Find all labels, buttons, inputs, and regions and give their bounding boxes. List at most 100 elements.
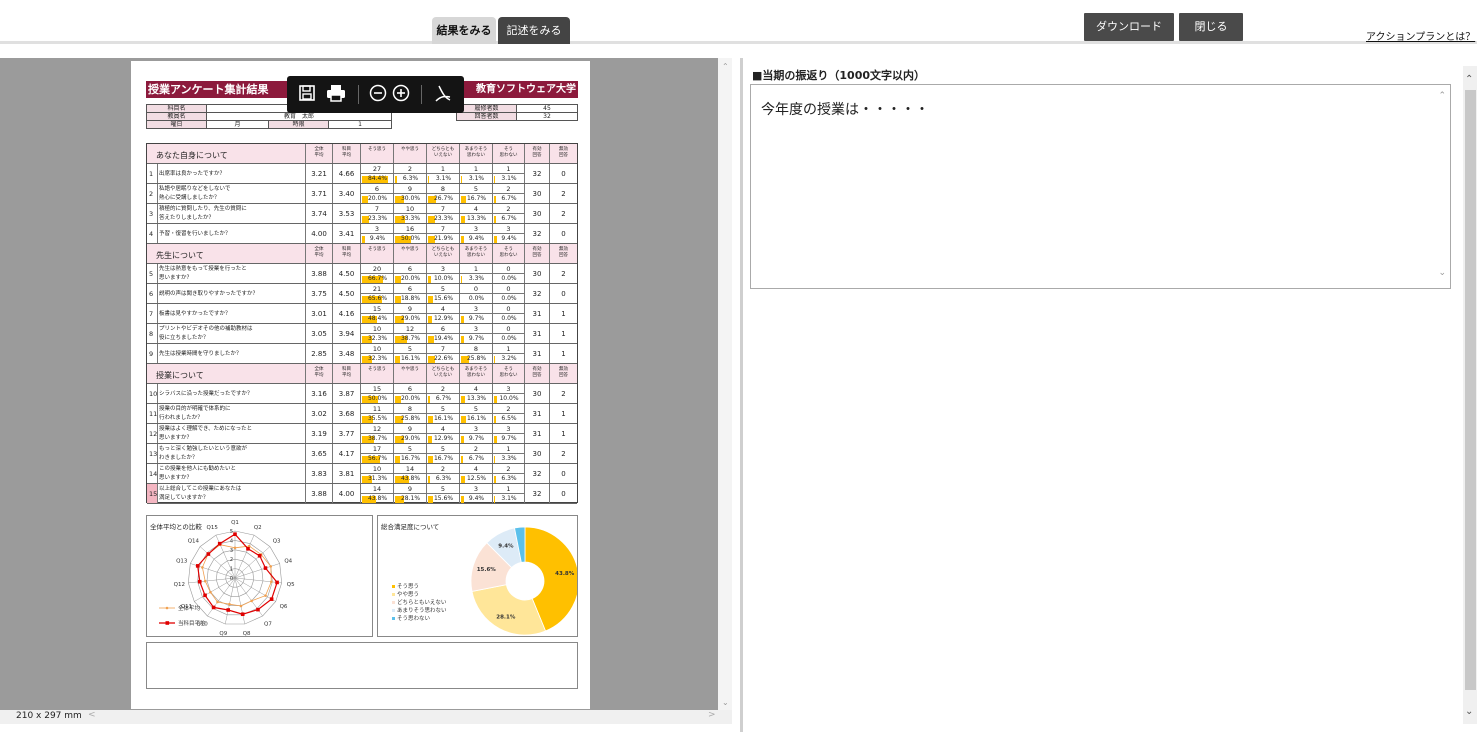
- response-cell: 1 3.1%: [492, 164, 524, 183]
- results-table: あなた自身について 全体 平均 科目 平均 そう思う やや思う どちらとも いえない あまり…: [146, 143, 578, 504]
- radar-point: [233, 532, 237, 536]
- response-percent: 16.7%: [460, 195, 492, 203]
- question-text: もっと深く勉強したいという意欲が わきましたか？: [159, 446, 248, 461]
- response-count: 3: [427, 265, 459, 274]
- response-percent: 50.0%: [361, 395, 393, 403]
- percent-label: 0.0%: [468, 295, 485, 302]
- download-button[interactable]: ダウンロード: [1084, 13, 1174, 41]
- question-text: 説明の声は聞き取りやすかったですか？: [159, 291, 259, 297]
- reflection-textarea[interactable]: 今年度の授業は・・・・・ ⌃ ⌄: [750, 84, 1451, 289]
- page-scroll-thumb[interactable]: [1465, 90, 1476, 690]
- question-row: 4 予習・復習を行いましたか？ 4.00 3.41 3 9.4% 16 50.0% 7 21.9%…: [147, 224, 577, 244]
- column-header: 全体 平均: [305, 144, 332, 163]
- response-cell: 5 16.1%: [426, 404, 459, 423]
- percent-bar: [461, 416, 466, 423]
- response-count: 5: [394, 445, 426, 454]
- percent-label: 6.7%: [501, 215, 517, 222]
- response-count: 5: [460, 185, 492, 194]
- percent-label: 13.3%: [466, 215, 487, 222]
- radar-tick-label: 4: [230, 538, 233, 544]
- response-count: 5: [460, 405, 492, 414]
- scroll-up-icon[interactable]: ⌃: [722, 62, 729, 71]
- question-number: 3: [149, 210, 154, 218]
- zoom-out-icon[interactable]: [367, 84, 389, 107]
- viewer-vertical-scrollbar[interactable]: ⌃ ⌄: [718, 58, 732, 722]
- response-percent: 12.9%: [427, 315, 459, 323]
- response-percent: 0.0%: [493, 275, 524, 283]
- tab-descriptions[interactable]: 記述をみる: [498, 17, 570, 44]
- action-plan-link[interactable]: アクションプランとは？: [1366, 28, 1475, 43]
- textarea-scroll-down-icon[interactable]: ⌄: [1438, 268, 1446, 278]
- question-row: 6 説明の声は聞き取りやすかったですか？ 3.75 4.50 21 65.6% 6 18.8%…: [147, 284, 577, 304]
- section-header-row: 先生について 全体 平均 科目 平均 そう思う やや思う どちらとも いえない あまりそう …: [147, 244, 577, 264]
- response-cell: 1 3.3%: [492, 444, 524, 463]
- radar-axis-label: Q9: [219, 631, 227, 636]
- response-count: 17: [361, 445, 393, 454]
- percent-label: 56.7%: [367, 455, 388, 462]
- page-scroll-up-icon[interactable]: ⌃: [1465, 74, 1473, 85]
- subject-average: 4.00: [332, 484, 360, 503]
- response-count: 2: [493, 205, 524, 214]
- response-cell: 4 12.9%: [426, 424, 459, 443]
- percent-label: 21.9%: [433, 235, 454, 242]
- close-button[interactable]: 閉じる: [1179, 13, 1243, 41]
- question-row: 11 授業の目的が明確で体系的に 行われましたか？ 3.02 3.68 11 35.5% 8…: [147, 404, 577, 424]
- scroll-down-icon[interactable]: ⌄: [722, 698, 729, 707]
- percent-label: 6.3%: [435, 475, 452, 482]
- question-row: 12 授業はよく理解でき、ためになったと 思いますか？ 3.19 3.77 12 38.7…: [147, 424, 577, 444]
- day-label: 曜日: [146, 120, 207, 129]
- number-divider: [157, 184, 158, 203]
- tab-results[interactable]: 結果をみる: [432, 17, 496, 44]
- save-icon[interactable]: [296, 84, 318, 107]
- response-cell: 7 21.9%: [426, 224, 459, 243]
- subject-average: 3.53: [332, 204, 360, 223]
- percent-bar: [494, 456, 495, 463]
- overall-average: 3.71: [305, 184, 332, 203]
- percent-label: 6.7%: [435, 395, 452, 402]
- response-cell: 4 12.5%: [459, 464, 492, 483]
- percent-label: 9.4%: [468, 235, 485, 242]
- response-percent: 3.3%: [493, 455, 524, 463]
- response-cell: 3 10.0%: [426, 264, 459, 283]
- pdf-icon[interactable]: [432, 84, 454, 109]
- response-percent: 38.7%: [361, 435, 393, 443]
- radar-axis-label: Q1: [231, 520, 239, 526]
- pie-data-label: 9.4%: [498, 543, 514, 549]
- question-number: 6: [149, 290, 154, 298]
- invalid-count: 2: [549, 204, 577, 223]
- response-count: 3: [460, 325, 492, 334]
- question-number: 5: [149, 270, 154, 278]
- print-icon[interactable]: [325, 84, 347, 107]
- percent-label: 6.5%: [501, 415, 517, 422]
- question-text: プリントやビデオその他の補助教材は 役に立ちましたか？: [159, 326, 253, 341]
- textarea-scroll-up-icon[interactable]: ⌃: [1438, 91, 1446, 101]
- question-text: 板書は見やすかったですか？: [159, 311, 231, 317]
- pie-data-label: 43.8%: [555, 571, 575, 577]
- page-scroll-down-icon[interactable]: ⌄: [1465, 706, 1473, 717]
- question-number: 1: [149, 170, 154, 178]
- response-percent: 9.4%: [460, 235, 492, 243]
- response-percent: 15.6%: [427, 295, 459, 303]
- invalid-count: 1: [549, 344, 577, 363]
- percent-bar: [494, 416, 496, 423]
- percent-bar: [494, 176, 495, 183]
- subject-average: 3.48: [332, 344, 360, 363]
- column-header: 無効 回答: [549, 364, 577, 383]
- response-percent: 3.1%: [460, 175, 492, 183]
- column-header: そう 思わない: [492, 144, 524, 163]
- percent-label: 28.1%: [400, 495, 421, 502]
- university-name: 教育ソフトウェア大学: [476, 84, 576, 95]
- scroll-left-icon[interactable]: <: [88, 710, 96, 720]
- scroll-right-icon[interactable]: >: [708, 710, 716, 720]
- column-header: そう思う: [360, 364, 393, 383]
- column-header: 全体 平均: [305, 364, 332, 383]
- response-count: 16: [394, 225, 426, 234]
- percent-label: 10.0%: [433, 275, 454, 282]
- response-cell: 0 0.0%: [459, 284, 492, 303]
- pie-slice: [471, 584, 547, 636]
- response-count: 1: [493, 165, 524, 174]
- percent-label: 38.7%: [400, 335, 421, 342]
- zoom-in-icon[interactable]: [390, 84, 412, 107]
- response-cell: 5 16.7%: [459, 184, 492, 203]
- percent-label: 29.0%: [400, 435, 421, 442]
